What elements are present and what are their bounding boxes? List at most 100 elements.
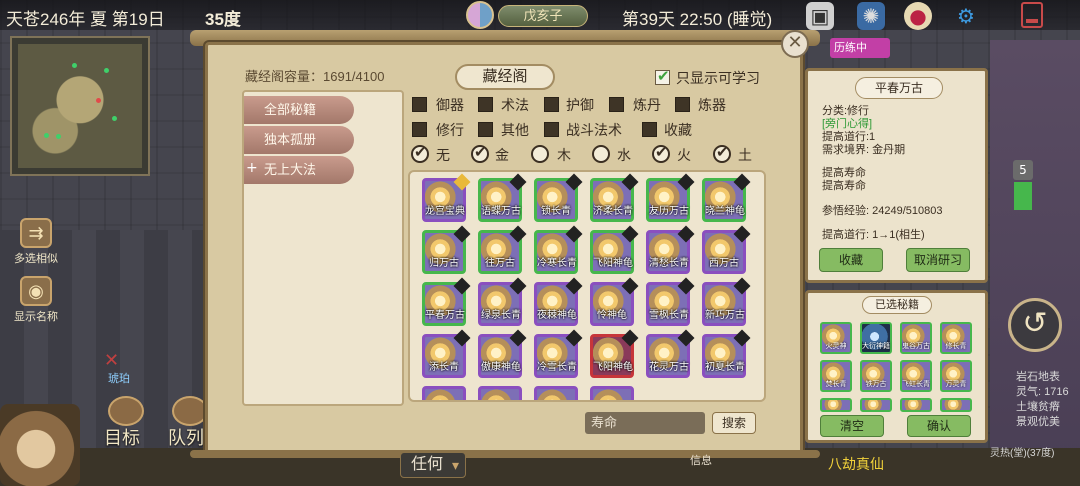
element-toggle[interactable] xyxy=(652,143,670,163)
selected-book[interactable]: 火灵神 xyxy=(820,322,852,354)
only-learnable-checkbox[interactable] xyxy=(655,67,670,85)
info-label[interactable]: 信息 xyxy=(690,452,712,468)
book-item[interactable]: 晓兰神龟 xyxy=(702,173,751,222)
plus-icon: + xyxy=(246,160,258,176)
book-item[interactable]: 新巧万古 xyxy=(702,277,751,326)
tab-supreme-methods[interactable]: 无上大法 xyxy=(244,156,354,184)
star-badge-icon xyxy=(621,173,639,191)
compass-icon[interactable]: ✺ xyxy=(857,2,885,30)
book-item[interactable]: 语蝶万古 xyxy=(478,173,527,222)
element-toggle[interactable] xyxy=(531,145,549,163)
gourd-icon[interactable] xyxy=(0,404,80,486)
selected-book[interactable] xyxy=(940,398,972,412)
save-icon[interactable]: ▣ xyxy=(806,2,834,30)
palette-icon[interactable]: ● xyxy=(904,2,932,30)
confirm-button[interactable]: 确认 xyxy=(907,415,971,437)
collect-button[interactable]: 收藏 xyxy=(819,248,883,272)
multi-select-button[interactable]: ⇉ 多选相似 xyxy=(8,218,64,266)
clear-button[interactable]: 清空 xyxy=(820,415,884,437)
book-item[interactable]: 怜神龟 xyxy=(590,277,639,326)
category-checkbox[interactable] xyxy=(675,97,690,112)
book-item[interactable]: 归万古 xyxy=(422,225,471,274)
book-item[interactable] xyxy=(478,386,522,400)
book-item[interactable]: 锁长青 xyxy=(534,173,583,222)
book-item[interactable]: 飞阳神龟 xyxy=(590,329,639,378)
book-item[interactable]: 西万古 xyxy=(702,225,751,274)
book-item[interactable]: 初夏长青 xyxy=(702,329,751,378)
selected-book-name: 焚长青 xyxy=(825,380,847,388)
star-badge-icon xyxy=(565,225,583,243)
tab-unique-books[interactable]: 独本孤册 xyxy=(244,126,354,154)
category-checkbox[interactable] xyxy=(544,122,559,137)
search-input[interactable]: 寿命 xyxy=(585,412,705,434)
selected-book-name: 铁万古 xyxy=(865,380,887,388)
category-checkbox[interactable] xyxy=(412,97,427,112)
selected-book[interactable] xyxy=(820,398,852,412)
star-badge-icon xyxy=(677,225,695,243)
book-item[interactable]: 飞阳神龟 xyxy=(590,225,639,274)
selected-book[interactable]: 鬼谷万古 xyxy=(900,322,932,354)
book-item[interactable] xyxy=(590,386,634,400)
book-item[interactable]: 雪枫长青 xyxy=(646,277,695,326)
selected-book[interactable] xyxy=(860,398,892,412)
category-checkbox[interactable] xyxy=(609,97,624,112)
tab-all-books[interactable]: 全部秘籍 xyxy=(244,96,354,124)
category-checkbox[interactable] xyxy=(642,122,657,137)
show-names-button[interactable]: ◉ 显示名称 xyxy=(8,276,64,324)
star-badge-icon xyxy=(453,225,471,243)
star-badge-icon xyxy=(565,329,583,347)
yin-yang-icon[interactable] xyxy=(466,1,494,29)
book-name: 语蝶万古 xyxy=(481,206,521,217)
element-toggle[interactable] xyxy=(471,143,489,163)
selected-book[interactable]: 飞虹长青 xyxy=(900,360,932,392)
book-item[interactable]: 傲康神龟 xyxy=(478,329,527,378)
team-label: 队列 xyxy=(168,428,204,448)
book-item[interactable]: 夜棘神龟 xyxy=(534,277,583,326)
search-button[interactable]: 搜索 xyxy=(712,412,756,434)
back-button[interactable]: ↺ xyxy=(1008,298,1062,352)
category-label: 炼器 xyxy=(698,97,726,113)
element-toggle[interactable] xyxy=(411,143,429,163)
filter-select[interactable]: 任何 xyxy=(400,452,466,478)
ganzhi-badge: 戊亥子 xyxy=(498,5,588,27)
element-toggle[interactable] xyxy=(713,143,731,163)
book-item[interactable]: 冷雪长青 xyxy=(534,329,583,378)
element-toggle[interactable] xyxy=(592,145,610,163)
category-checkbox[interactable] xyxy=(412,122,427,137)
info-line: 需求境界: 金丹期 xyxy=(822,144,906,156)
category-checkbox[interactable] xyxy=(478,97,493,112)
book-item[interactable]: 绿泉长青 xyxy=(478,277,527,326)
book-item[interactable]: 花灵万古 xyxy=(646,329,695,378)
selected-book[interactable]: 万灵青 xyxy=(940,360,972,392)
category-checkbox[interactable] xyxy=(544,97,559,112)
target-button[interactable]: 目标 xyxy=(104,396,144,450)
book-item[interactable]: 济柔长青 xyxy=(590,173,639,222)
book-item[interactable] xyxy=(534,386,578,400)
selected-book[interactable]: 铁万古 xyxy=(860,360,892,392)
star-badge-icon xyxy=(509,225,527,243)
star-badge-icon xyxy=(509,173,527,191)
gear-icon[interactable]: ⚙ xyxy=(952,2,980,30)
book-item[interactable]: 清愁长青 xyxy=(646,225,695,274)
selected-book[interactable]: 焚长青 xyxy=(820,360,852,392)
selected-book[interactable]: 大衍神籍 xyxy=(860,322,892,354)
category-label: 术法 xyxy=(501,97,529,113)
minimap[interactable] xyxy=(10,36,150,176)
selected-book[interactable]: 修长青 xyxy=(940,322,972,354)
star-badge-icon xyxy=(733,173,751,191)
book-item[interactable]: 往万古 xyxy=(478,225,527,274)
category-checkbox[interactable] xyxy=(478,122,493,137)
minimap-marker xyxy=(104,68,109,73)
cancel-study-button[interactable]: 取消研习 xyxy=(906,248,970,272)
book-item[interactable]: 平春万古 xyxy=(422,277,471,326)
book-item[interactable]: 冷寒长青 xyxy=(534,225,583,274)
selected-book-name: 飞虹长青 xyxy=(902,380,930,388)
book-item[interactable]: 龙宫宝典 xyxy=(422,173,471,222)
book-item[interactable] xyxy=(422,386,466,400)
close-button[interactable]: ✕ xyxy=(781,30,809,58)
info-line: 参悟经验: 24249/510803 xyxy=(822,205,943,217)
book-item[interactable]: 添长青 xyxy=(422,329,471,378)
book-item[interactable]: 友历万古 xyxy=(646,173,695,222)
team-button[interactable]: 队列 xyxy=(168,396,208,450)
selected-book[interactable] xyxy=(900,398,932,412)
